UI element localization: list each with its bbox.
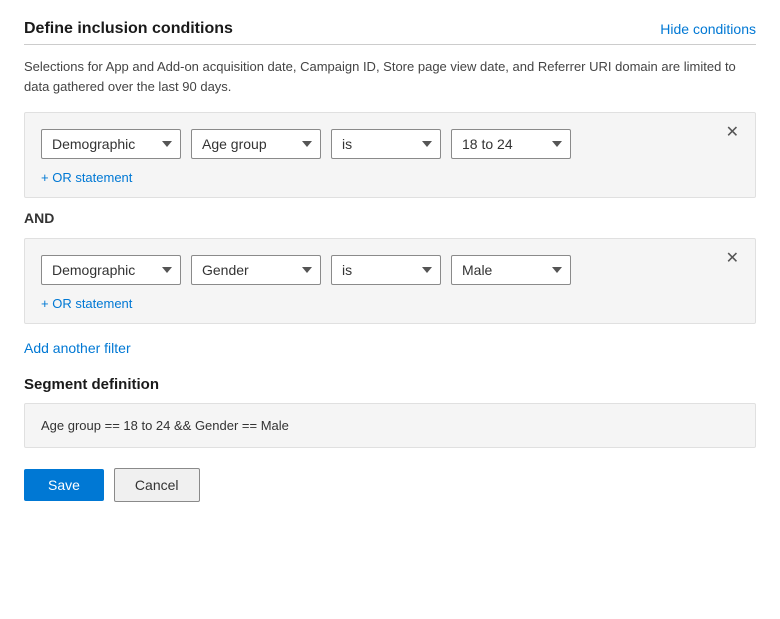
save-button[interactable]: Save <box>24 469 104 501</box>
add-another-filter-link[interactable]: Add another filter <box>24 340 131 356</box>
condition-2-or-statement-link[interactable]: + OR statement <box>41 296 132 311</box>
condition-1-operator-select[interactable]: is is not <box>331 129 441 159</box>
cancel-button[interactable]: Cancel <box>114 468 200 502</box>
segment-definition-expression: Age group == 18 to 24 && Gender == Male <box>41 418 289 433</box>
header-divider <box>24 44 756 45</box>
condition-2-operator-select[interactable]: is is not <box>331 255 441 285</box>
segment-definition-title: Segment definition <box>24 376 756 393</box>
condition-block-2: ✕ Demographic App usage Store rating Acq… <box>24 238 756 324</box>
condition-1-category-select[interactable]: Demographic App usage Store rating Acqui… <box>41 129 181 159</box>
page-container: Define inclusion conditions Hide conditi… <box>0 0 780 619</box>
condition-2-category-select[interactable]: Demographic App usage Store rating Acqui… <box>41 255 181 285</box>
condition-2-value-select[interactable]: Male Female <box>451 255 571 285</box>
condition-1-value-select[interactable]: 18 to 24 25 to 34 35 to 49 50 and above … <box>451 129 571 159</box>
close-condition-1-button[interactable]: ✕ <box>722 123 743 143</box>
condition-2-row: Demographic App usage Store rating Acqui… <box>41 255 739 285</box>
condition-1-row: Demographic App usage Store rating Acqui… <box>41 129 739 159</box>
condition-2-field-select[interactable]: Age group Gender Country/region OS versi… <box>191 255 321 285</box>
page-title: Define inclusion conditions <box>24 20 233 38</box>
close-condition-2-button[interactable]: ✕ <box>722 249 743 269</box>
info-text: Selections for App and Add-on acquisitio… <box>24 57 756 96</box>
segment-definition-box: Age group == 18 to 24 && Gender == Male <box>24 403 756 448</box>
and-label: AND <box>24 210 756 226</box>
action-row: Save Cancel <box>24 468 756 502</box>
condition-1-or-statement-link[interactable]: + OR statement <box>41 170 132 185</box>
condition-1-field-select[interactable]: Age group Gender Country/region OS versi… <box>191 129 321 159</box>
hide-conditions-link[interactable]: Hide conditions <box>660 21 756 37</box>
header-row: Define inclusion conditions Hide conditi… <box>24 20 756 38</box>
condition-block-1: ✕ Demographic App usage Store rating Acq… <box>24 112 756 198</box>
